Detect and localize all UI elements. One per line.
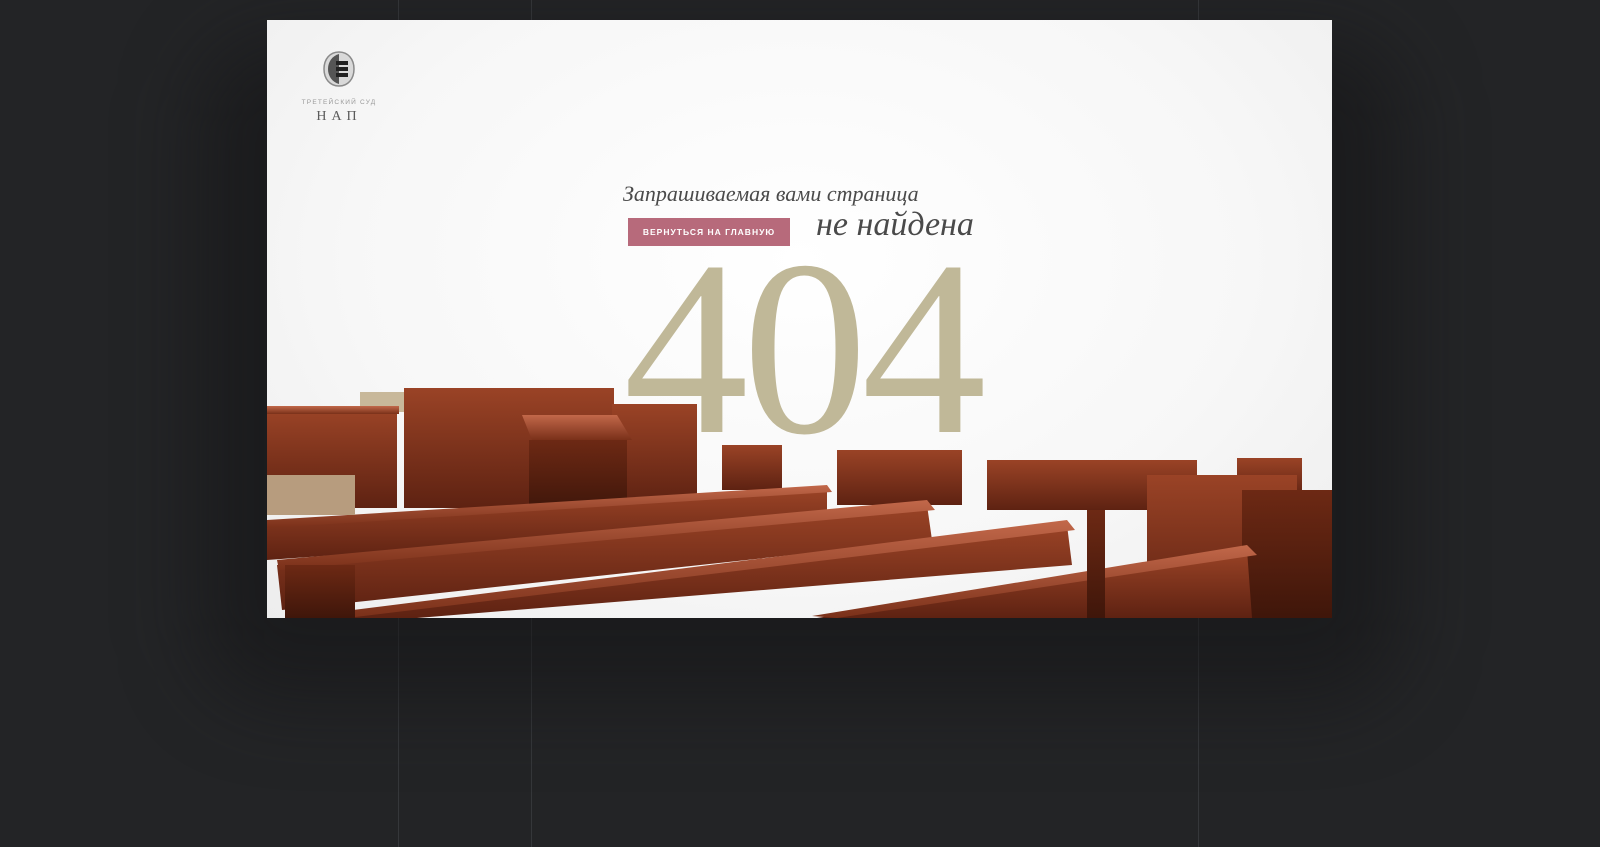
page-frame: 404 ТРЕТЕЙСКИЙ СУД НАП Запрашиваемая вам… bbox=[267, 20, 1332, 618]
error-message-line2: не найдена bbox=[816, 206, 974, 243]
error-message-line1: Запрашиваемая вами страница bbox=[623, 181, 919, 206]
logo-subtitle: ТРЕТЕЙСКИЙ СУД bbox=[301, 99, 377, 106]
courtroom-image bbox=[267, 388, 1332, 618]
logo[interactable]: ТРЕТЕЙСКИЙ СУД НАП bbox=[297, 50, 381, 125]
court-emblem-icon bbox=[323, 51, 355, 87]
logo-name: НАП bbox=[316, 109, 362, 124]
return-home-button[interactable]: ВЕРНУТЬСЯ НА ГЛАВНУЮ bbox=[628, 218, 790, 246]
